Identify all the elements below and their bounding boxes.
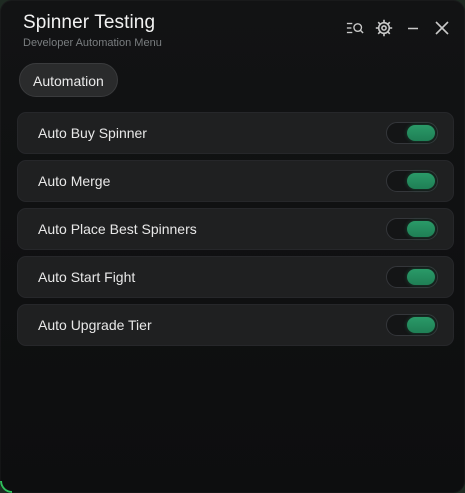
toggle-switch[interactable] <box>386 314 438 336</box>
tab-automation[interactable]: Automation <box>19 63 118 97</box>
toggle-knob <box>407 125 435 141</box>
toggle-knob <box>407 221 435 237</box>
toggle-row-auto-place-best-spinners[interactable]: Auto Place Best Spinners <box>17 208 454 250</box>
toggle-knob <box>407 173 435 189</box>
toggle-row-auto-buy-spinner[interactable]: Auto Buy Spinner <box>17 112 454 154</box>
toggle-switch[interactable] <box>386 122 438 144</box>
toggle-label: Auto Start Fight <box>38 269 136 285</box>
titlebar-controls <box>346 19 451 37</box>
toggle-switch[interactable] <box>386 218 438 240</box>
toggle-label: Auto Upgrade Tier <box>38 317 152 333</box>
tab-bar: Automation <box>19 63 118 97</box>
titlebar[interactable]: Spinner Testing Developer Automation Men… <box>0 0 465 56</box>
toggle-label: Auto Buy Spinner <box>38 125 147 141</box>
toggle-list: Auto Buy Spinner Auto Merge Auto Place B… <box>17 112 454 352</box>
toggle-knob <box>407 269 435 285</box>
toggle-switch[interactable] <box>386 266 438 288</box>
window-title: Spinner Testing <box>23 12 156 33</box>
close-icon[interactable] <box>433 19 451 37</box>
app-window: Spinner Testing Developer Automation Men… <box>0 0 465 493</box>
search-list-icon[interactable] <box>346 19 364 37</box>
toggle-label: Auto Place Best Spinners <box>38 221 197 237</box>
toggle-row-auto-merge[interactable]: Auto Merge <box>17 160 454 202</box>
settings-icon[interactable] <box>375 19 393 37</box>
toggle-switch[interactable] <box>386 170 438 192</box>
toggle-knob <box>407 317 435 333</box>
minimize-icon[interactable] <box>404 19 422 37</box>
toggle-row-auto-start-fight[interactable]: Auto Start Fight <box>17 256 454 298</box>
toggle-label: Auto Merge <box>38 173 111 189</box>
window-accent-corner <box>0 481 12 493</box>
window-subtitle: Developer Automation Menu <box>23 37 162 49</box>
toggle-row-auto-upgrade-tier[interactable]: Auto Upgrade Tier <box>17 304 454 346</box>
